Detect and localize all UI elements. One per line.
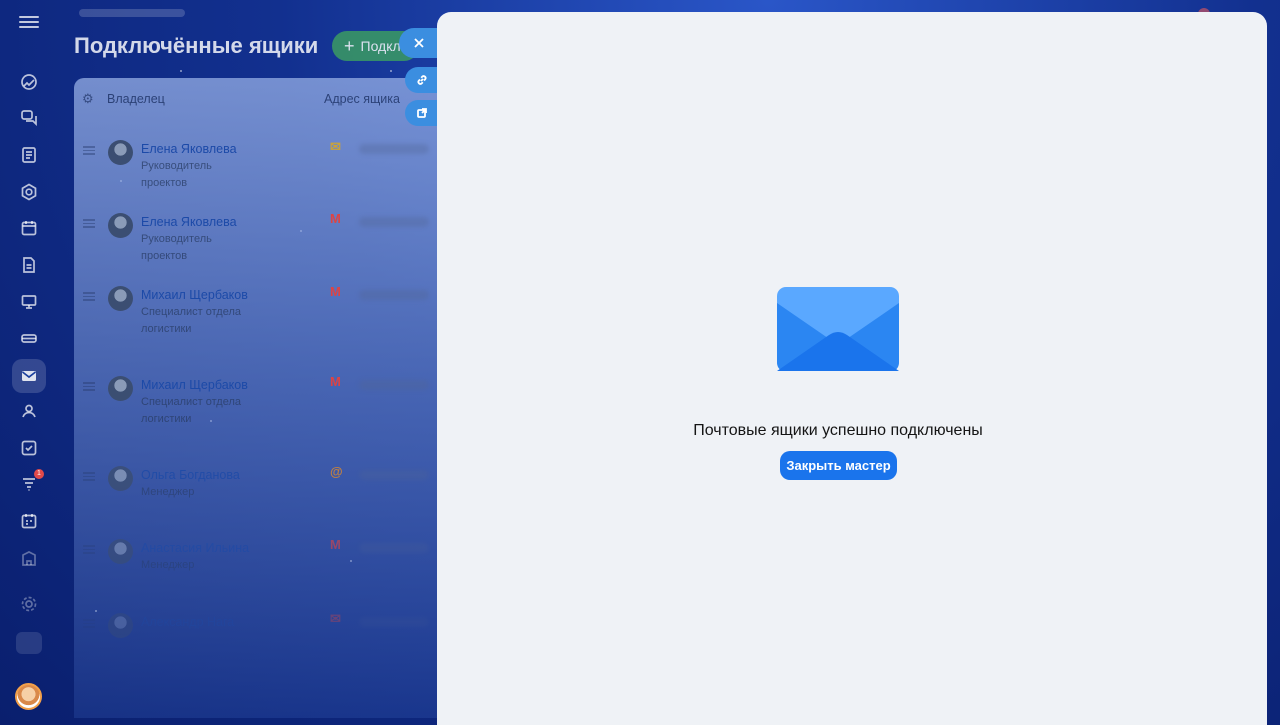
- close-slider-button[interactable]: [399, 28, 439, 58]
- sidebar-item-funnel[interactable]: 1: [12, 467, 46, 501]
- search-bar[interactable]: [79, 9, 185, 17]
- settings-icon: [21, 596, 37, 612]
- sidebar-item-news[interactable]: [12, 138, 46, 172]
- drag-handle-icon[interactable]: [83, 617, 95, 630]
- building-icon: [22, 551, 36, 566]
- storage-icon: [21, 334, 37, 343]
- mailbox-address-blurred: [359, 144, 429, 154]
- table-header: ⚙ Владелец Адрес ящика: [74, 78, 454, 120]
- yandex-mail-icon: ✉: [330, 139, 341, 154]
- owner-name[interactable]: Ольга Богданова: [141, 468, 240, 482]
- column-header-address: Адрес ящика: [324, 92, 400, 106]
- owner-name[interactable]: Михаил Щербаков: [141, 378, 248, 392]
- plus-icon: +: [344, 36, 355, 56]
- document-icon: [23, 257, 35, 273]
- owner-name[interactable]: Елена Яковлева: [141, 142, 237, 156]
- mailbox-address-blurred: [359, 217, 429, 227]
- drag-handle-icon[interactable]: [83, 470, 95, 483]
- drag-handle-icon[interactable]: [83, 543, 95, 556]
- owner-name[interactable]: Елена Яковлева: [141, 215, 237, 229]
- mail-wizard-slider: Почтовые ящики успешно подключены Закрыт…: [437, 12, 1267, 725]
- sidebar-item-building[interactable]: [12, 541, 46, 575]
- owner-role: Руководитель проектов: [141, 160, 212, 189]
- chat-icon: [21, 110, 37, 126]
- avatar: [108, 140, 133, 165]
- gmail-icon: M: [330, 374, 341, 389]
- gmail-icon: M: [330, 284, 341, 299]
- drag-handle-icon[interactable]: [83, 290, 95, 303]
- sidebar-item-calendar[interactable]: [12, 211, 46, 245]
- sidebar-item-board[interactable]: [12, 285, 46, 319]
- owner-name[interactable]: Александр Нага: [141, 615, 234, 629]
- close-icon: [414, 38, 424, 48]
- column-header-owner: Владелец: [107, 92, 165, 106]
- sidebar-item-storage[interactable]: [12, 321, 46, 355]
- owner-role: Специалист отдела логистики: [141, 306, 241, 335]
- sidebar-item-projects[interactable]: [12, 175, 46, 209]
- sidebar-item-schedule[interactable]: [12, 504, 46, 538]
- drag-handle-icon[interactable]: [83, 380, 95, 393]
- avatar: [108, 466, 133, 491]
- calendar-icon: [21, 221, 37, 236]
- mailru-icon: @: [330, 464, 343, 479]
- sidebar-item-contacts[interactable]: [12, 394, 46, 428]
- mailboxes-table: ⚙ Владелец Адрес ящика Елена Яковлева Ру…: [74, 78, 454, 718]
- yandex-mail-icon: ✉: [330, 611, 341, 626]
- hamburger-menu-icon[interactable]: [19, 13, 39, 33]
- drag-handle-icon[interactable]: [83, 144, 95, 157]
- mailbox-address-blurred: [359, 617, 429, 627]
- mailbox-address-blurred: [359, 470, 429, 480]
- avatar: [108, 376, 133, 401]
- sidebar-item-crm[interactable]: [12, 65, 46, 99]
- left-sidebar: 1: [0, 0, 57, 725]
- envelope-icon: [777, 287, 899, 371]
- contacts-icon: [22, 404, 36, 418]
- tasks-icon: [21, 440, 37, 456]
- sidebar-item-chat[interactable]: [12, 100, 46, 134]
- close-wizard-button[interactable]: Закрыть мастер: [780, 451, 897, 480]
- open-in-new-window-button[interactable]: [405, 100, 439, 126]
- schedule-icon: [21, 514, 37, 529]
- mailbox-address-blurred: [359, 380, 429, 390]
- table-settings-gear-icon[interactable]: ⚙: [82, 91, 96, 107]
- user-avatar[interactable]: [15, 683, 42, 710]
- owner-role: Менеджер: [141, 559, 195, 571]
- owner-role: Руководитель проектов: [141, 233, 212, 262]
- success-message: Почтовые ящики успешно подключены: [693, 422, 983, 439]
- gmail-icon: M: [330, 211, 341, 226]
- notification-badge: 1: [34, 469, 44, 479]
- external-link-icon: [417, 108, 427, 118]
- copy-link-button[interactable]: [405, 67, 439, 93]
- avatar: [108, 213, 133, 238]
- crm-icon: [21, 74, 37, 90]
- link-icon: [417, 75, 427, 85]
- owner-name[interactable]: Анастасия Ильина: [141, 541, 249, 555]
- mail-icon: [21, 371, 37, 381]
- avatar: [108, 613, 133, 638]
- sidebar-item-tasks[interactable]: [12, 431, 46, 465]
- avatar: [108, 286, 133, 311]
- drag-handle-icon[interactable]: [83, 217, 95, 230]
- page-title: Подключённые ящики: [74, 33, 319, 58]
- owner-name[interactable]: Михаил Щербаков: [141, 288, 248, 302]
- sidebar-collapse-button[interactable]: [16, 632, 42, 654]
- avatar: [108, 539, 133, 564]
- gmail-icon: M: [330, 537, 341, 552]
- mailbox-address-blurred: [359, 543, 429, 553]
- connect-button-label: Подкл: [360, 38, 401, 54]
- board-icon: [21, 295, 37, 309]
- mailbox-address-blurred: [359, 290, 429, 300]
- sidebar-item-documents[interactable]: [12, 248, 46, 282]
- news-icon: [22, 147, 36, 163]
- owner-role: Менеджер: [141, 486, 195, 498]
- sidebar-item-mail[interactable]: [12, 359, 46, 393]
- owner-role: Специалист отдела логистики: [141, 396, 241, 425]
- hexagon-icon: [21, 183, 37, 201]
- sidebar-item-settings[interactable]: [12, 587, 46, 621]
